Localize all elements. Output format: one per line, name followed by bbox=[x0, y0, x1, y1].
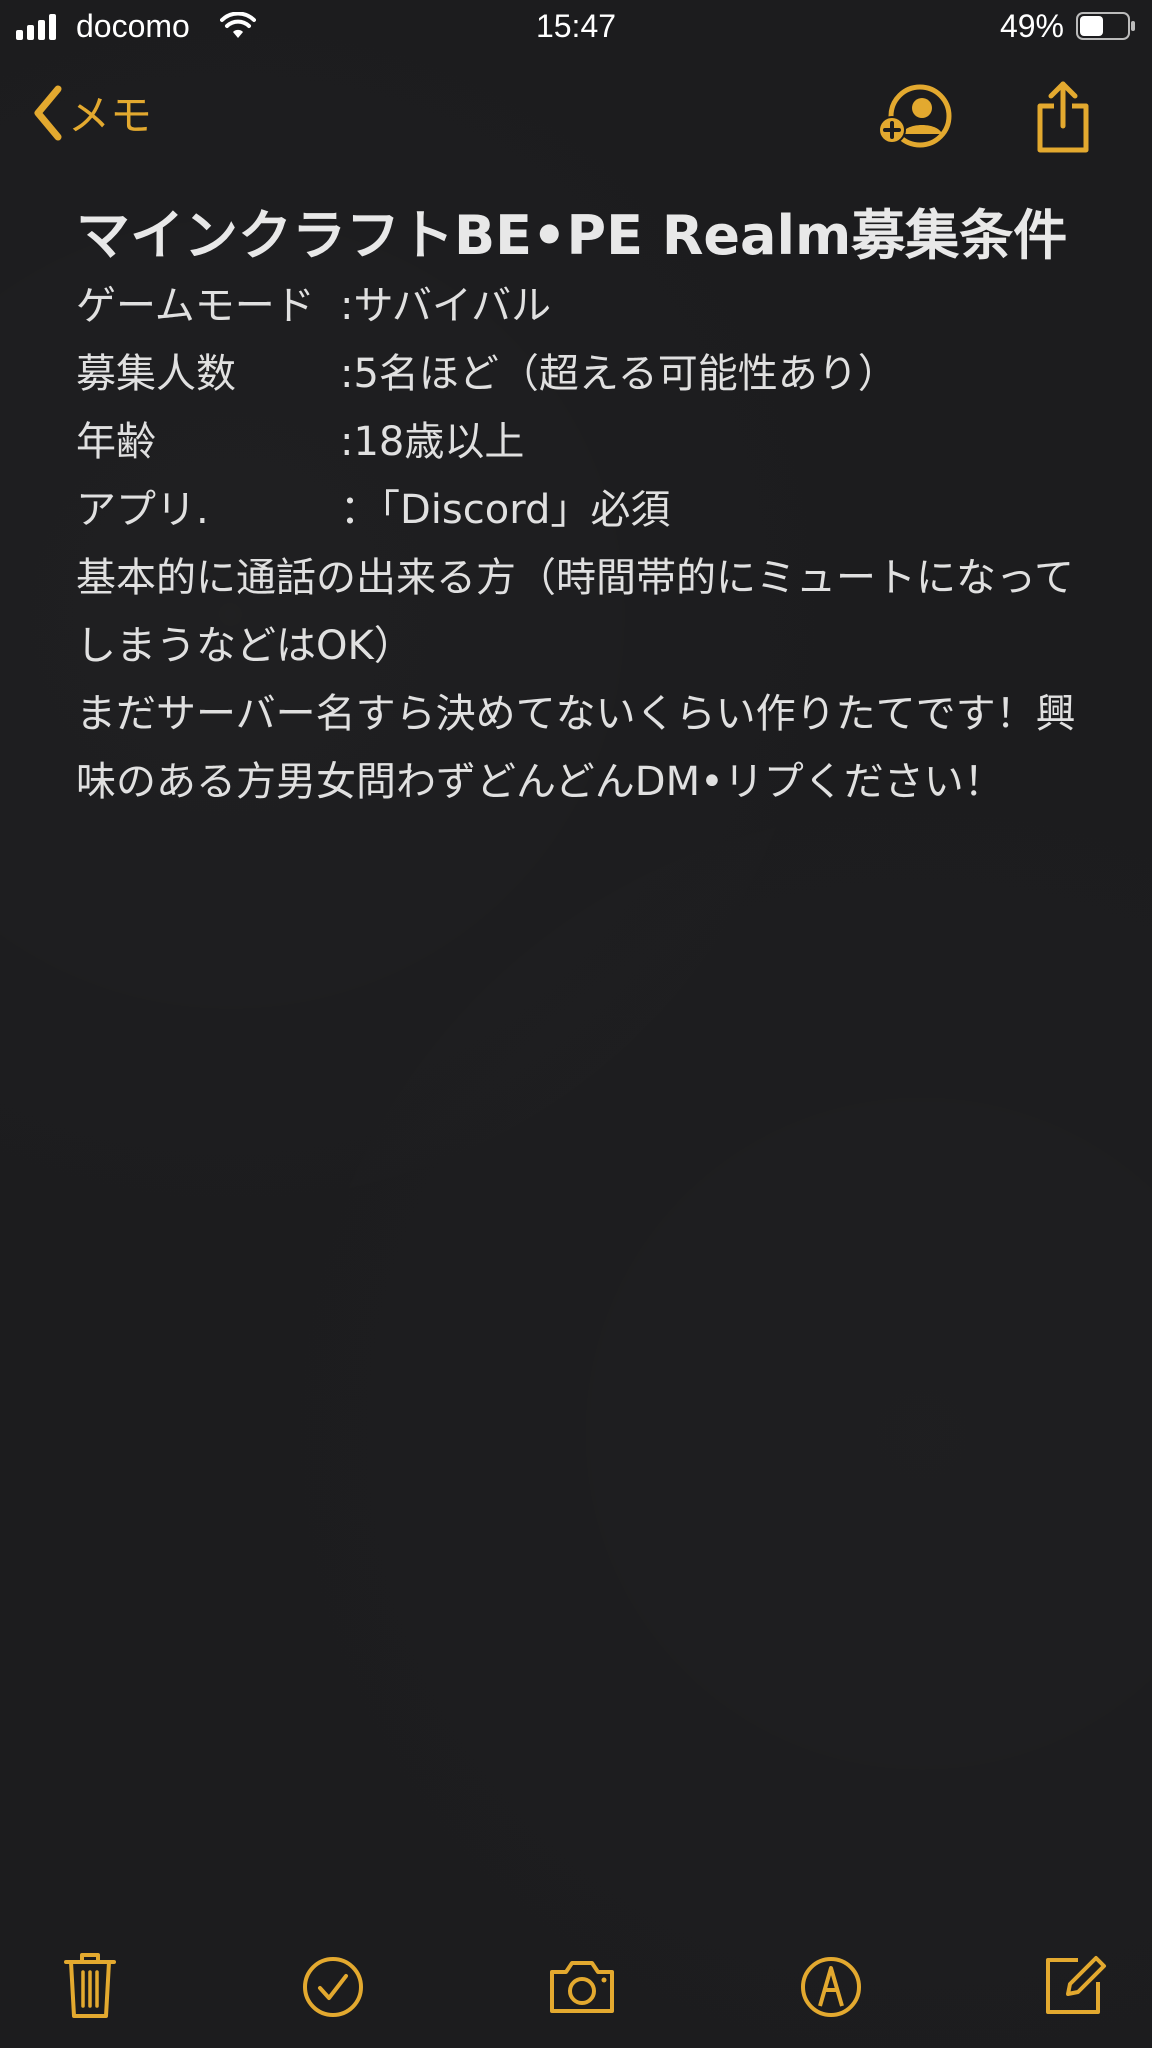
battery-percent: 49% bbox=[999, 8, 1064, 44]
back-button[interactable]: メモ bbox=[32, 82, 152, 143]
status-time: 15:47 bbox=[535, 8, 617, 44]
field-label: 募集人数 bbox=[76, 351, 236, 397]
field-value: :18歳以上 bbox=[340, 419, 525, 465]
back-label: メモ bbox=[68, 91, 153, 140]
field-label: 年齢 bbox=[76, 419, 156, 465]
add-person-icon[interactable] bbox=[876, 84, 956, 150]
field-row: 募集人数 :5名ほど（超える可能性あり） bbox=[76, 340, 1076, 408]
field-row: 年齢 :18歳以上 bbox=[76, 408, 1076, 476]
field-value: :サバイバル bbox=[340, 283, 552, 329]
note-body: ゲームモード :サバイバル 募集人数 :5名ほど（超える可能性あり） 年齢 :18歳以… bbox=[76, 272, 1076, 816]
field-label: ゲームモード bbox=[76, 283, 315, 329]
field-label: アプリ. bbox=[76, 487, 209, 533]
note-content[interactable]: マインクラフトBE•PE Realm募集条件 ゲームモード :サバイバル 募集人数… bbox=[76, 200, 1076, 816]
field-row: ゲームモード :サバイバル bbox=[76, 272, 1076, 340]
note-title: マインクラフトBE•PE Realm募集条件 bbox=[76, 204, 1068, 267]
status-bar: docomo 15:47 49% bbox=[0, 0, 1152, 56]
field-value: ：「Discord」必須 bbox=[340, 487, 671, 533]
camera-icon[interactable] bbox=[546, 1958, 618, 2016]
field-row: アプリ. ：「Discord」必須 bbox=[76, 476, 1076, 544]
compose-icon[interactable] bbox=[1042, 1952, 1108, 2018]
markup-icon[interactable] bbox=[800, 1956, 862, 2018]
share-icon[interactable] bbox=[1034, 80, 1092, 154]
battery-icon bbox=[1076, 12, 1135, 40]
field-value: :5名ほど（超える可能性あり） bbox=[340, 351, 898, 397]
trash-icon[interactable] bbox=[62, 1950, 118, 2020]
checklist-icon[interactable] bbox=[302, 1956, 364, 2018]
note-paragraph: 基本的に通話の出来る方（時間帯的にミュートになってしまうなどはOK） bbox=[76, 555, 1074, 669]
chevron-left-icon bbox=[34, 85, 62, 140]
note-paragraph: まだサーバー名すら決めてないくらい作りたてです！興味のある方男女問わずどんどんD… bbox=[76, 691, 1076, 805]
